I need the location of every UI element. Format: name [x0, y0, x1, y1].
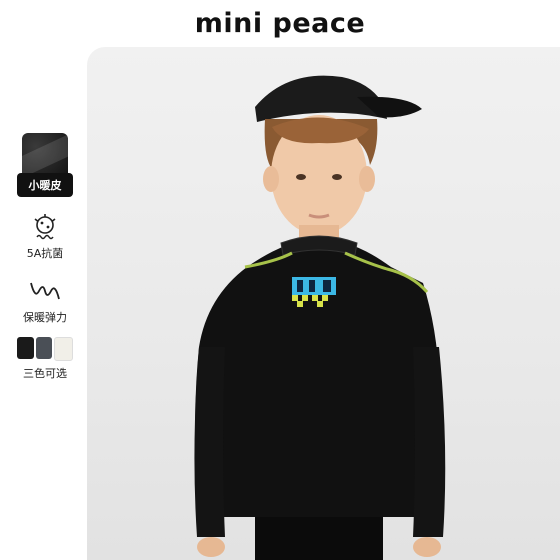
feature-warm-stretch: 保暖弹力 [14, 275, 76, 325]
feature-antibacterial: 5A抗菌 [14, 211, 76, 261]
color-swatches [17, 337, 74, 361]
brand-logo: mini peace [194, 8, 366, 39]
feature-label: 5A抗菌 [26, 247, 64, 260]
color-swatch [17, 337, 34, 359]
material-label: 小暖皮 [17, 173, 73, 197]
color-options-label: 三色可选 [23, 367, 67, 380]
color-swatch [54, 337, 74, 361]
feature-sidebar: 小暖皮 5A抗菌 保暖弹力 三色可选 [14, 133, 76, 381]
warm-stretch-icon [30, 282, 60, 300]
feature-label: 保暖弹力 [23, 311, 67, 324]
antibacterial-icon [34, 214, 56, 240]
product-photo [87, 47, 560, 560]
color-swatch [35, 337, 53, 359]
